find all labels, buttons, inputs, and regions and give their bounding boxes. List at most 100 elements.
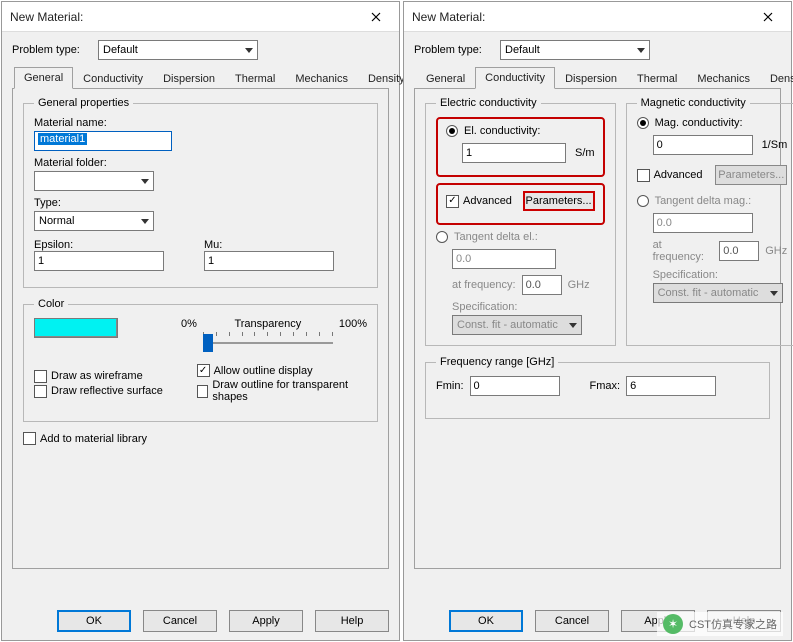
magnetic-conductivity-legend: Magnetic conductivity [637, 97, 750, 109]
fmax-input[interactable] [626, 376, 716, 396]
epsilon-input[interactable] [34, 251, 164, 271]
tab-dispersion[interactable]: Dispersion [555, 68, 627, 89]
tab-thermal[interactable]: Thermal [225, 68, 285, 89]
tab-mechanics[interactable]: Mechanics [687, 68, 760, 89]
el-conductivity-input[interactable] [462, 143, 566, 163]
color-legend: Color [34, 298, 68, 310]
wechat-icon: ✶ [663, 614, 683, 634]
el-parameters-button[interactable]: Parameters... [523, 191, 595, 211]
mu-label: Mu: [204, 239, 334, 251]
el-advanced-check[interactable]: Advanced [446, 195, 512, 208]
tab-conductivity[interactable]: Conductivity [73, 68, 153, 89]
problem-type-label: Problem type: [414, 44, 494, 56]
transparency-100: 100% [339, 318, 367, 330]
draw-outline-transparent-label: Draw outline for transparent shapes [212, 379, 367, 403]
titlebar: New Material: [404, 2, 791, 32]
tab-pane-conductivity: Electric conductivity El. conductivity: … [414, 89, 781, 569]
transparency-slider[interactable] [203, 330, 333, 356]
tab-general[interactable]: General [14, 67, 73, 89]
color-swatch-button[interactable] [34, 318, 118, 338]
tab-conductivity[interactable]: Conductivity [475, 67, 555, 89]
mag-conductivity-radio[interactable]: Mag. conductivity: [637, 117, 788, 129]
el-advanced-label: Advanced [463, 195, 512, 207]
transparency-slider-wrap: 0% Transparency 100% [181, 318, 367, 356]
fmin-input[interactable] [470, 376, 560, 396]
type-select[interactable]: Normal [34, 211, 154, 231]
dialog-new-material-general: New Material: Problem type: Default Gene… [1, 1, 400, 641]
mag-advanced-check[interactable]: Advanced [637, 169, 703, 182]
color-group: Color 0% Transparency 10 [23, 298, 378, 422]
mag-conductivity-input[interactable] [653, 135, 753, 155]
draw-wireframe-check[interactable]: Draw as wireframe [34, 370, 177, 383]
tangent-delta-el-label: Tangent delta el.: [454, 231, 538, 243]
problem-type-label: Problem type: [12, 44, 92, 56]
draw-reflective-label: Draw reflective surface [51, 385, 163, 397]
at-frequency-el-input [522, 275, 562, 295]
tab-dispersion[interactable]: Dispersion [153, 68, 225, 89]
mu-input[interactable] [204, 251, 334, 271]
draw-wireframe-label: Draw as wireframe [51, 370, 143, 382]
tab-mechanics[interactable]: Mechanics [285, 68, 358, 89]
tangent-delta-el-input [452, 249, 556, 269]
transparency-label: Transparency [203, 318, 333, 330]
transparency-0: 0% [181, 318, 197, 330]
ok-button[interactable]: OK [449, 610, 523, 632]
problem-type-select[interactable]: Default [500, 40, 650, 60]
chevron-down-icon [569, 323, 577, 328]
frequency-range-group: Frequency range [GHz] Fmin: Fmax: [425, 356, 770, 419]
tangent-delta-mag-radio[interactable]: Tangent delta mag.: [637, 195, 788, 207]
material-folder-select[interactable] [34, 171, 154, 191]
mag-conductivity-label: Mag. conductivity: [655, 117, 743, 129]
at-frequency-label: at frequency: [653, 239, 714, 263]
mag-advanced-label: Advanced [654, 169, 703, 181]
fmin-label: Fmin: [436, 380, 464, 392]
magnetic-conductivity-group: Magnetic conductivity Mag. conductivity:… [626, 97, 793, 346]
type-value: Normal [39, 215, 74, 227]
chevron-down-icon [141, 179, 149, 184]
tab-density[interactable]: Density [760, 68, 793, 89]
el-conductivity-radio[interactable]: El. conductivity: [446, 125, 595, 137]
draw-outline-transparent-check[interactable]: Draw outline for transparent shapes [197, 379, 367, 403]
epsilon-label: Epsilon: [34, 239, 164, 251]
material-folder-label: Material folder: [34, 157, 367, 169]
watermark-text: CST仿真专家之路 [689, 616, 777, 632]
problem-type-select[interactable]: Default [98, 40, 258, 60]
specification-el-select: Const. fit - automatic [452, 315, 582, 335]
watermark: ✶ CST仿真专家之路 [657, 612, 783, 636]
button-row: OK Cancel Apply Help [57, 610, 389, 632]
general-properties-group: General properties Material name: materi… [23, 97, 378, 288]
chevron-down-icon [637, 48, 645, 53]
tangent-delta-mag-label: Tangent delta mag.: [655, 195, 752, 207]
tabs: General Conductivity Dispersion Thermal … [12, 66, 389, 89]
fmax-label: Fmax: [590, 380, 621, 392]
at-frequency-mag-input [719, 241, 759, 261]
close-button[interactable] [361, 4, 391, 30]
specification-el-label: Specification: [452, 301, 605, 313]
el-conductivity-unit: S/m [575, 147, 595, 159]
tangent-delta-el-radio[interactable]: Tangent delta el.: [436, 231, 605, 243]
allow-outline-check[interactable]: Allow outline display [197, 364, 367, 377]
tab-thermal[interactable]: Thermal [627, 68, 687, 89]
add-to-library-check[interactable]: Add to material library [23, 432, 378, 445]
ok-button[interactable]: OK [57, 610, 131, 632]
dialog-body: Problem type: Default General Conductivi… [404, 32, 791, 577]
chevron-down-icon [245, 48, 253, 53]
dialog-new-material-conductivity: New Material: Problem type: Default Gene… [403, 1, 792, 641]
add-to-library-label: Add to material library [40, 433, 147, 445]
mag-conductivity-unit: 1/Sm [762, 139, 788, 151]
cancel-button[interactable]: Cancel [143, 610, 217, 632]
problem-type-value: Default [103, 44, 138, 56]
cancel-button[interactable]: Cancel [535, 610, 609, 632]
help-button[interactable]: Help [315, 610, 389, 632]
general-properties-legend: General properties [34, 97, 133, 109]
material-name-input[interactable]: material1 [38, 133, 87, 145]
close-button[interactable] [753, 4, 783, 30]
at-frequency-label: at frequency: [452, 279, 516, 291]
tab-general[interactable]: General [416, 68, 475, 89]
dialog-body: Problem type: Default General Conductivi… [2, 32, 399, 577]
specification-mag-label: Specification: [653, 269, 788, 281]
specification-mag-select: Const. fit - automatic [653, 283, 783, 303]
apply-button[interactable]: Apply [229, 610, 303, 632]
draw-reflective-check[interactable]: Draw reflective surface [34, 385, 177, 398]
el-conductivity-label: El. conductivity: [464, 125, 540, 137]
